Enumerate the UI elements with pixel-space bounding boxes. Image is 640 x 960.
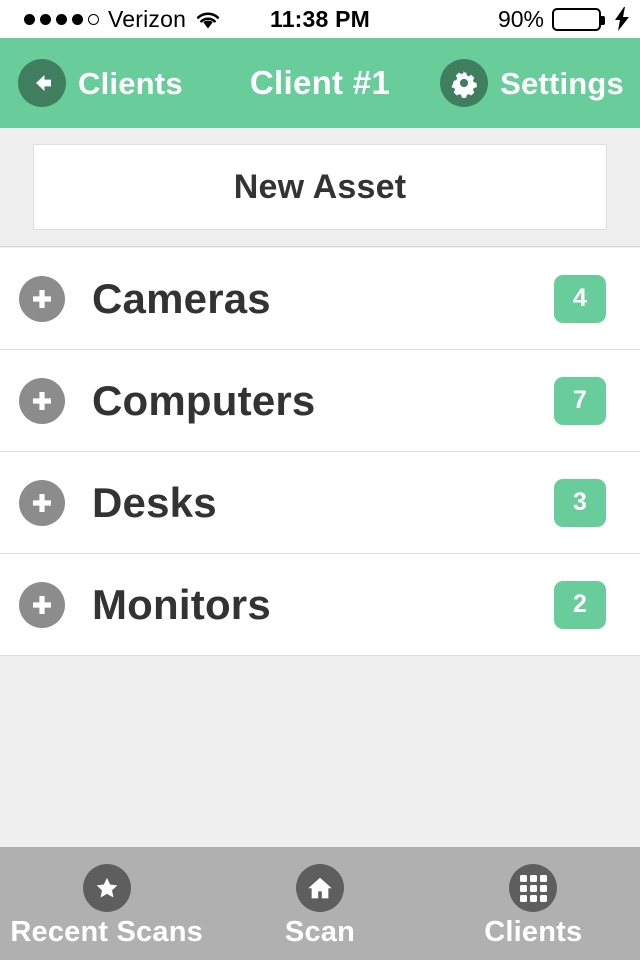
- status-badge-count: 3: [573, 488, 587, 516]
- table-row[interactable]: Monitors 2: [0, 554, 640, 656]
- back-button-label: Clients: [78, 65, 183, 101]
- gear-icon: [440, 59, 489, 107]
- tab-recent-scans-label: Recent Scans: [10, 916, 203, 948]
- grid-icon-cells: [519, 874, 547, 902]
- tab-clients-label: Clients: [484, 916, 583, 948]
- grid-icon: [509, 864, 558, 912]
- list-item-label: Computers: [92, 376, 316, 424]
- status-bar-right: 90%: [498, 0, 630, 38]
- asset-category-list: Cameras 4 Computers 7 Desks 3 Monitors 2: [0, 248, 640, 656]
- tab-scan[interactable]: Scan: [213, 847, 426, 960]
- list-item-label: Monitors: [92, 580, 271, 628]
- home-icon: [295, 864, 344, 912]
- status-badge: 2: [554, 580, 606, 629]
- tab-scan-label: Scan: [284, 916, 356, 948]
- table-row[interactable]: Desks 3: [0, 452, 640, 554]
- app-screen: Verizon 11:38 PM 90% Client #1 Clients S…: [0, 0, 640, 960]
- status-badge-count: 2: [573, 590, 587, 618]
- plus-circle-icon[interactable]: [19, 275, 65, 322]
- settings-button-label: Settings: [500, 65, 624, 101]
- battery-nub: [601, 15, 605, 25]
- header-section: New Asset: [0, 128, 640, 247]
- new-asset-button-label: New Asset: [233, 167, 407, 206]
- status-badge-count: 4: [573, 284, 587, 312]
- star-icon: [82, 864, 131, 912]
- table-row[interactable]: Cameras 4: [0, 248, 640, 350]
- plus-circle-icon[interactable]: [19, 479, 65, 526]
- plus-circle-icon[interactable]: [19, 377, 65, 424]
- back-button[interactable]: Clients: [18, 59, 183, 107]
- bottom-tab-bar: Recent Scans Scan Clients: [0, 847, 640, 960]
- list-item-label: Desks: [92, 478, 217, 526]
- status-badge: 7: [554, 376, 606, 425]
- status-badge: 3: [554, 478, 606, 527]
- empty-list-area: [0, 656, 640, 847]
- arrow-left-icon: [18, 59, 66, 107]
- new-asset-button[interactable]: New Asset: [33, 144, 607, 230]
- navigation-bar: Client #1 Clients Settings: [0, 38, 640, 128]
- tab-clients[interactable]: Clients: [427, 847, 640, 960]
- lightning-bolt-icon: [614, 7, 630, 31]
- battery-icon: [552, 7, 605, 31]
- clock-label: 11:38 PM: [269, 5, 371, 32]
- list-item-label: Cameras: [92, 274, 271, 322]
- tab-recent-scans[interactable]: Recent Scans: [0, 847, 213, 960]
- status-bar: Verizon 11:38 PM 90%: [0, 0, 640, 38]
- settings-button[interactable]: Settings: [440, 59, 624, 107]
- status-badge-count: 7: [573, 386, 587, 414]
- table-row[interactable]: Computers 7: [0, 350, 640, 452]
- battery-percent-label: 90%: [497, 5, 544, 32]
- plus-circle-icon[interactable]: [19, 581, 65, 628]
- status-badge: 4: [554, 274, 606, 323]
